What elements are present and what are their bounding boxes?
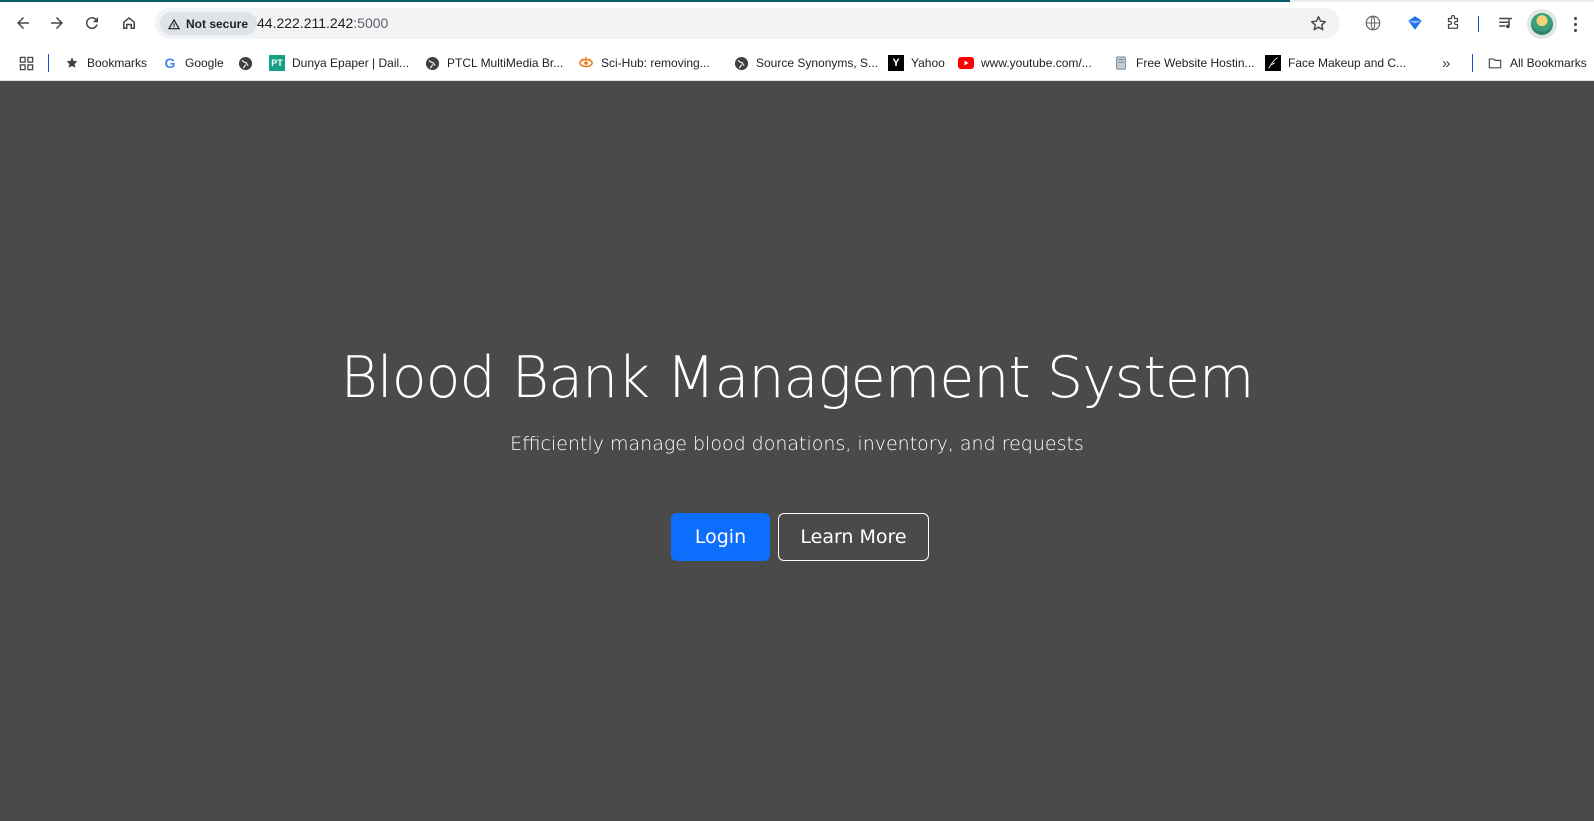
bookmark-item-bookmarks[interactable]: Bookmarks [64, 53, 147, 73]
bookmark-item-google[interactable]: G Google [162, 53, 224, 73]
bookmark-label: Google [185, 56, 224, 70]
apps-grid-icon[interactable] [18, 53, 34, 73]
warning-triangle-icon [167, 18, 181, 29]
yahoo-icon: Y [888, 55, 904, 71]
forward-button[interactable] [42, 8, 72, 38]
server-icon [1113, 55, 1129, 71]
url-host: 44.222.211.242 [257, 15, 354, 31]
reload-button[interactable] [77, 8, 107, 38]
face-icon [1265, 55, 1281, 71]
security-chip[interactable]: Not secure [160, 12, 258, 35]
avatar-image [1531, 13, 1553, 35]
reload-icon [85, 17, 98, 30]
toolbar-divider [1478, 16, 1479, 32]
home-icon [123, 17, 135, 29]
bookmarks-divider [1472, 54, 1473, 72]
hero-section: Blood Bank Management System Efficiently… [0, 81, 1594, 821]
all-bookmarks-label: All Bookmarks [1510, 56, 1587, 70]
page-title: Blood Bank Management System [340, 345, 1255, 411]
bookmark-item-youtube[interactable]: www.youtube.com/... [958, 53, 1092, 73]
bookmark-item-globe[interactable] [237, 53, 253, 73]
bookmark-item-scihub[interactable]: Sci-Hub: removing... [578, 53, 710, 73]
back-arrow-icon [17, 17, 29, 29]
browser-toolbar: Not secure 44.222.211.242:5000 [0, 2, 1594, 44]
page-subtitle: Efficiently manage blood donations, inve… [510, 433, 1084, 455]
youtube-icon [958, 55, 974, 71]
url-port: :5000 [353, 15, 389, 31]
overflow-chevron-icon: » [1442, 54, 1451, 72]
eye-icon [578, 55, 594, 71]
bookmarks-divider [48, 54, 49, 72]
star-icon [64, 55, 80, 71]
bookmark-item-ptcl[interactable]: PTCL MultiMedia Br... [424, 53, 563, 73]
pt-icon: PT [269, 55, 285, 71]
star-icon[interactable] [1309, 14, 1328, 33]
home-button[interactable] [114, 8, 144, 38]
bookmark-item-free-hosting[interactable]: Free Website Hostin... [1113, 53, 1255, 73]
bookmark-item-face-makeup[interactable]: Face Makeup and C... [1265, 53, 1406, 73]
all-bookmarks-button[interactable]: All Bookmarks [1487, 53, 1587, 73]
bookmark-label: Yahoo [911, 56, 945, 70]
bookmark-label: Face Makeup and C... [1288, 56, 1407, 70]
bookmark-label: Bookmarks [87, 56, 148, 70]
bookmark-label: Dunya Epaper | Dail... [292, 56, 410, 70]
back-button[interactable] [8, 8, 38, 38]
forward-arrow-icon [51, 17, 63, 29]
globe-icon[interactable] [1363, 13, 1383, 33]
diamond-extension-icon[interactable] [1405, 13, 1425, 33]
globe-icon [237, 55, 253, 71]
bookmarks-bar: Bookmarks G Google PT Dunya Epaper | Dai… [0, 44, 1594, 81]
google-icon: G [164, 55, 176, 71]
avatar[interactable] [1527, 9, 1557, 39]
bookmark-label: Sci-Hub: removing... [601, 56, 710, 70]
bookmark-label: PTCL MultiMedia Br... [447, 56, 564, 70]
three-dot-menu-icon[interactable] [1567, 13, 1583, 35]
bookmark-item-source-synonyms[interactable]: Source Synonyms, S... [733, 53, 878, 73]
bookmark-label: www.youtube.com/... [981, 56, 1092, 70]
globe-icon [733, 55, 749, 71]
security-label: Not secure [186, 16, 249, 31]
media-queue-icon[interactable] [1496, 13, 1516, 33]
bookmark-label: Source Synonyms, S... [756, 56, 879, 70]
address-bar[interactable]: Not secure 44.222.211.242:5000 [155, 8, 1340, 39]
puzzle-icon[interactable] [1443, 13, 1463, 33]
folder-icon [1487, 55, 1503, 71]
bookmarks-overflow-button[interactable]: » [1442, 53, 1450, 73]
bookmark-item-yahoo[interactable]: Y Yahoo [888, 53, 945, 73]
bookmark-label: Free Website Hostin... [1136, 56, 1255, 70]
globe-icon [424, 55, 440, 71]
bookmark-item-dunya[interactable]: PT Dunya Epaper | Dail... [269, 53, 409, 73]
url-text[interactable]: 44.222.211.242:5000 [257, 15, 388, 31]
learn-more-button[interactable]: Learn More [778, 513, 929, 561]
login-button[interactable]: Login [671, 513, 770, 561]
